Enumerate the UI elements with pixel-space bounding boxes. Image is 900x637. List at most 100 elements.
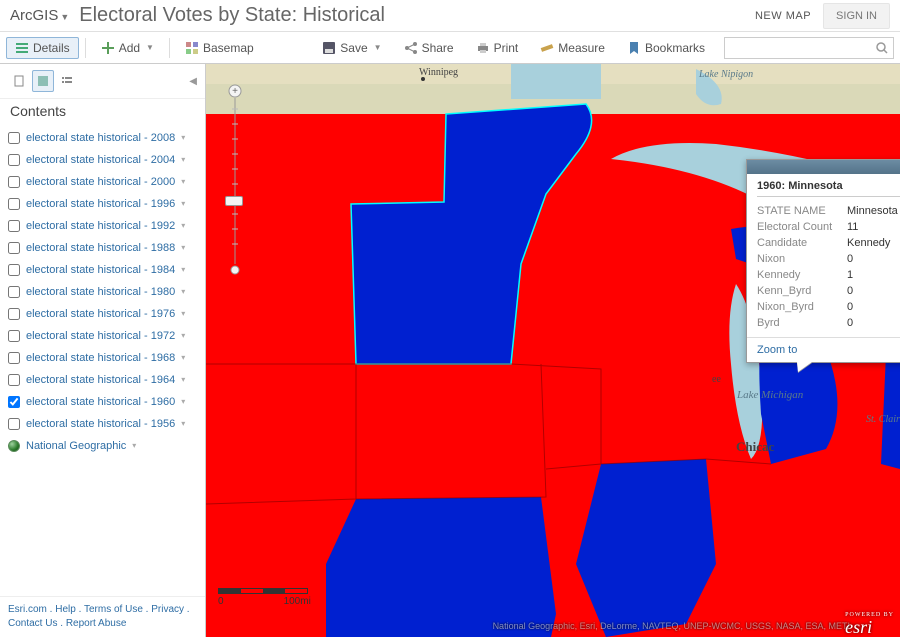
chevron-down-icon[interactable]: ▾ [181, 240, 185, 256]
layer-item[interactable]: electoral state historical - 1992 ▾ [4, 215, 201, 237]
measure-button[interactable]: Measure [531, 37, 614, 59]
brand-text: ArcGIS [10, 7, 58, 24]
layer-checkbox[interactable] [8, 132, 20, 144]
chevron-down-icon[interactable]: ▾ [181, 152, 185, 168]
layer-label: electoral state historical - 1984 [26, 262, 175, 278]
globe-icon [8, 440, 20, 452]
layer-checkbox[interactable] [8, 198, 20, 210]
bookmarks-label: Bookmarks [645, 41, 705, 55]
footer-link[interactable]: Contact Us [8, 618, 57, 629]
layer-item[interactable]: electoral state historical - 2000▾ [4, 171, 201, 193]
add-label: Add [119, 41, 140, 55]
measure-label: Measure [558, 41, 605, 55]
chevron-down-icon[interactable]: ▾ [181, 218, 185, 234]
bookmarks-button[interactable]: Bookmarks [618, 37, 714, 59]
chevron-down-icon[interactable]: ▾ [181, 306, 185, 322]
footer-link[interactable]: Privacy [151, 604, 184, 615]
chevron-down-icon[interactable]: ▾ [181, 262, 185, 278]
layer-checkbox[interactable] [8, 374, 20, 386]
layer-checkbox[interactable] [8, 242, 20, 254]
layer-checkbox[interactable] [8, 330, 20, 342]
city-dot [421, 77, 425, 81]
footer-link[interactable]: Help [55, 604, 76, 615]
layer-checkbox[interactable] [8, 176, 20, 188]
chevron-down-icon[interactable]: ▾ [181, 328, 185, 344]
layer-label: electoral state historical - 1980 [26, 284, 175, 300]
layer-item[interactable]: electoral state historical - 1988▾ [4, 237, 201, 259]
layer-checkbox[interactable] [8, 308, 20, 320]
layer-item[interactable]: electoral state historical - 1956▾ [4, 413, 201, 435]
chevron-down-icon[interactable]: ▾ [181, 394, 185, 410]
layer-checkbox[interactable] [8, 286, 20, 298]
search-input[interactable] [729, 42, 875, 54]
chevron-down-icon[interactable]: ▾ [132, 438, 136, 454]
layer-item[interactable]: electoral state historical - 1972▾ [4, 325, 201, 347]
layer-label: electoral state historical - 1992 [26, 218, 175, 234]
zoom-handle[interactable] [225, 196, 243, 206]
layer-item[interactable]: electoral state historical - 1964▾ [4, 369, 201, 391]
search-icon [875, 41, 889, 55]
zoom-slider[interactable]: + [228, 84, 242, 279]
footer-link[interactable]: Report Abuse [66, 618, 127, 629]
scale-label: 100mi [284, 596, 311, 607]
layer-item[interactable]: electoral state historical - 1996 ▾ [4, 193, 201, 215]
details-icon [15, 41, 29, 55]
basemap-layer-item[interactable]: National Geographic▾ [4, 435, 201, 457]
about-tab[interactable] [8, 70, 30, 92]
layer-item[interactable]: electoral state historical - 1980 ▾ [4, 281, 201, 303]
layer-checkbox[interactable] [8, 220, 20, 232]
esri-text: esri [845, 617, 872, 637]
chevron-down-icon: ▼ [146, 43, 154, 52]
layer-checkbox[interactable] [8, 418, 20, 430]
popup-field-label: Nixon [757, 253, 847, 265]
contents-tab[interactable] [32, 70, 54, 92]
popup-field-label: Nixon_Byrd [757, 301, 847, 313]
save-label: Save [340, 41, 367, 55]
basemap-button[interactable]: Basemap [176, 37, 263, 59]
legend-tab[interactable] [56, 70, 78, 92]
chevron-down-icon[interactable]: ▾ [181, 174, 185, 190]
layer-item[interactable]: electoral state historical - 1984 ▾ [4, 259, 201, 281]
share-icon [404, 41, 418, 55]
layer-item[interactable]: electoral state historical - 1968▾ [4, 347, 201, 369]
layer-item[interactable]: electoral state historical - 2004▾ [4, 149, 201, 171]
share-button[interactable]: Share [395, 37, 463, 59]
layer-label: electoral state historical - 1960 [26, 394, 175, 410]
lake-label-stclair: St. Clair [866, 414, 900, 425]
share-label: Share [422, 41, 454, 55]
details-button[interactable]: Details [6, 37, 79, 59]
layer-item[interactable]: electoral state historical - 1960 ▾ [4, 391, 201, 413]
layer-checkbox[interactable] [8, 264, 20, 276]
chevron-down-icon[interactable]: ▾ [181, 196, 185, 212]
lake-label-nipigon: Lake Nipigon [699, 70, 753, 80]
chevron-down-icon[interactable]: ▾ [181, 416, 185, 432]
new-map-link[interactable]: NEW MAP [755, 10, 811, 22]
layer-label: electoral state historical - 1996 [26, 196, 175, 212]
footer-link[interactable]: Terms of Use [84, 604, 143, 615]
page-title: Electoral Votes by State: Historical [79, 4, 385, 27]
layer-checkbox[interactable] [8, 154, 20, 166]
layer-item[interactable]: electoral state historical - 1976▾ [4, 303, 201, 325]
chevron-down-icon[interactable]: ▾ [181, 372, 185, 388]
add-button[interactable]: Add ▼ [92, 37, 163, 59]
layer-checkbox[interactable] [8, 352, 20, 364]
popup-field-value: 0 [847, 285, 853, 297]
chevron-down-icon[interactable]: ▾ [181, 350, 185, 366]
measure-icon [540, 41, 554, 55]
sign-in-button[interactable]: SIGN IN [823, 3, 890, 29]
search-box[interactable] [724, 37, 894, 59]
print-button[interactable]: Print [467, 37, 528, 59]
popup-zoom-to-link[interactable]: Zoom to [747, 337, 900, 362]
footer-link[interactable]: Esri.com [8, 604, 47, 615]
layer-item[interactable]: electoral state historical - 2008▾ [4, 127, 201, 149]
chevron-down-icon[interactable]: ▾ [181, 284, 185, 300]
popup-title: 1960: Minnesota [757, 174, 900, 197]
chevron-down-icon[interactable]: ▾ [181, 130, 185, 146]
scale-bar: 0100mi [218, 588, 311, 607]
brand-menu[interactable]: ArcGIS▼ [10, 7, 69, 24]
layer-checkbox[interactable] [8, 396, 20, 408]
collapse-sidebar-icon[interactable]: ◀ [189, 76, 197, 87]
map-canvas[interactable]: ⤢ [206, 64, 900, 637]
popup-field-label: Electoral Count [757, 221, 847, 233]
save-button[interactable]: Save▼ [313, 37, 390, 59]
